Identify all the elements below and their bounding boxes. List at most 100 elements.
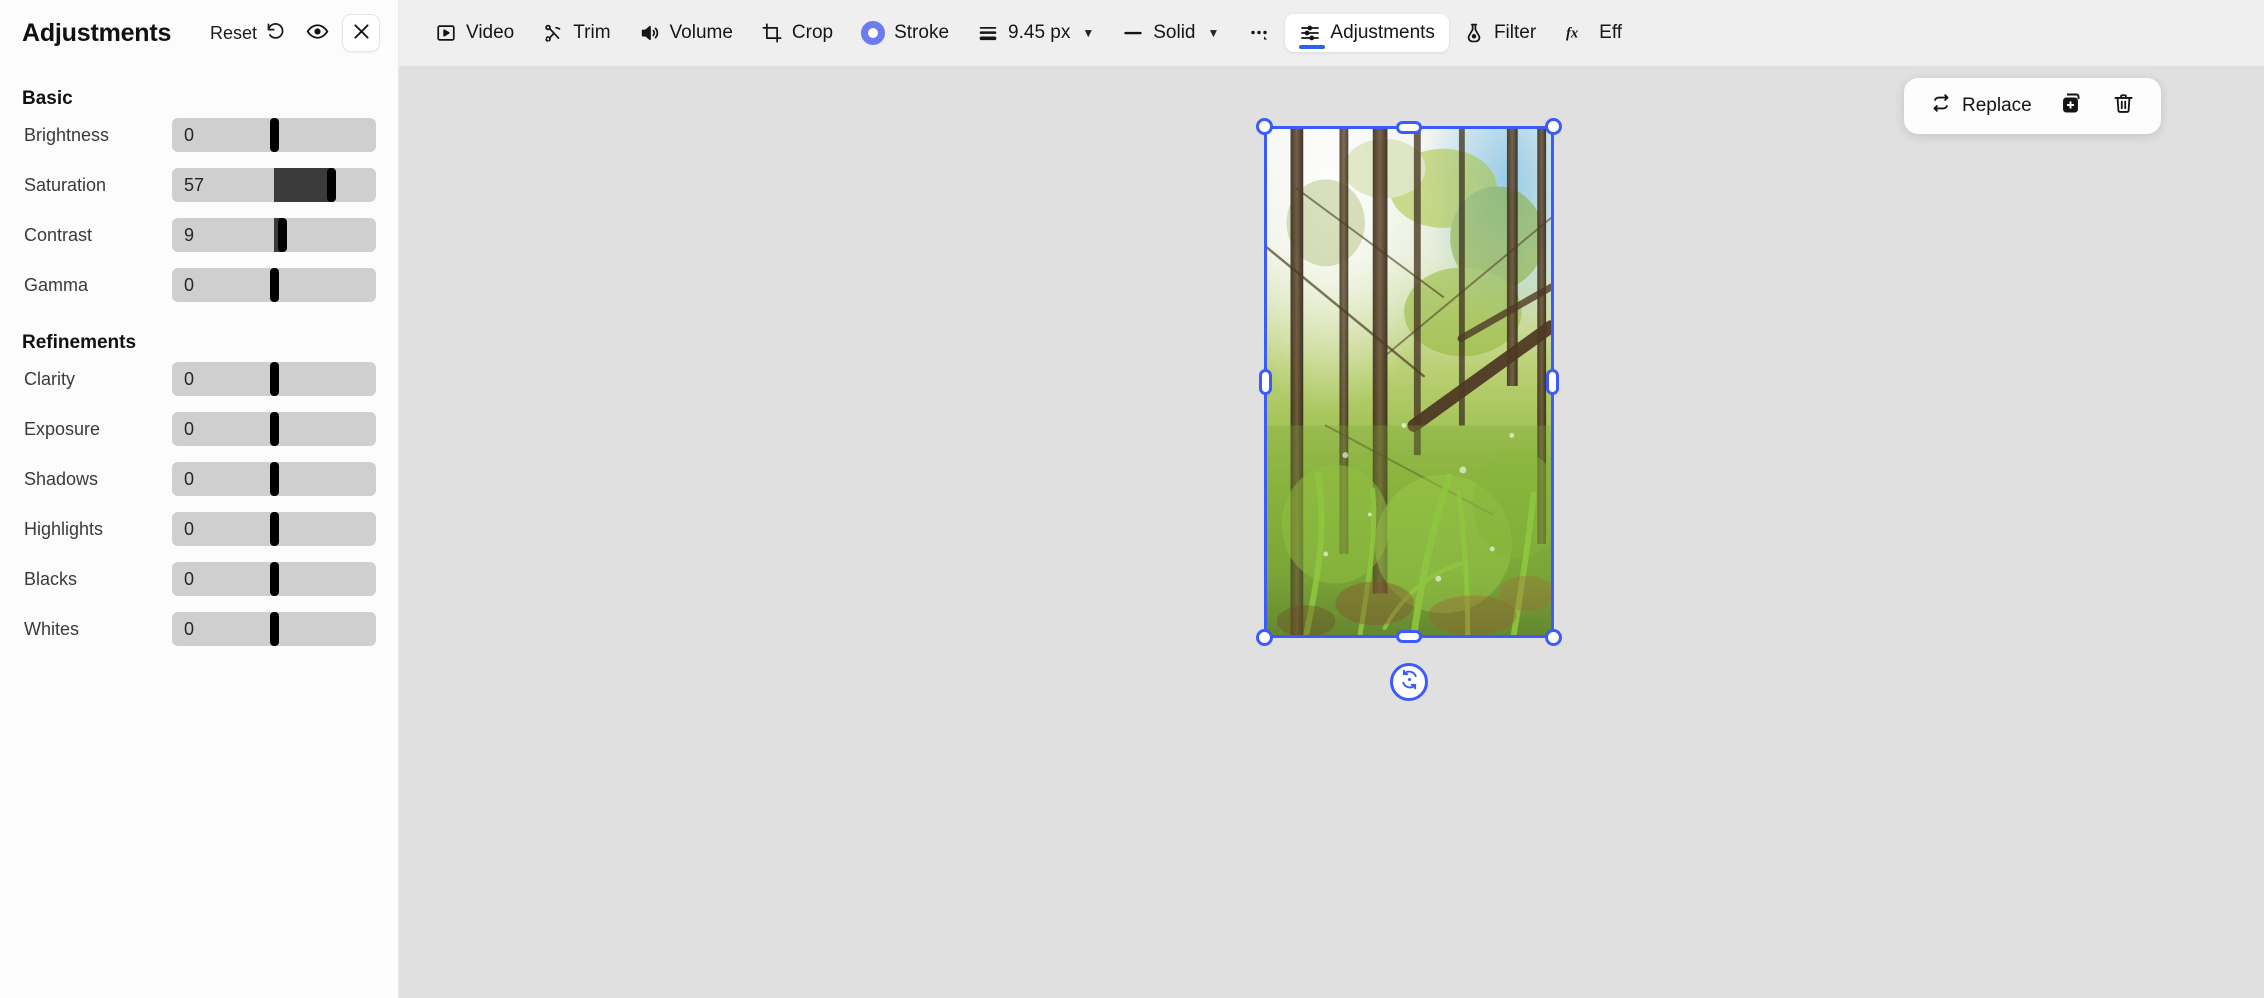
speaker-volume-icon xyxy=(639,22,661,44)
toolbar-item-stroke[interactable]: Stroke xyxy=(847,13,963,53)
adjustment-sections: Basic Brightness 0 Saturation 57 Contrast 9 Gam… xyxy=(0,66,398,654)
slider-control[interactable]: 0 xyxy=(172,562,376,596)
slider-control[interactable]: 0 xyxy=(172,462,376,496)
slider-value: 0 xyxy=(184,568,195,589)
reset-button[interactable]: Reset xyxy=(204,16,292,50)
chevron-down-icon: ▼ xyxy=(1082,26,1095,40)
slider-row: Highlights 0 xyxy=(22,504,376,554)
slider-control[interactable]: 0 xyxy=(172,362,376,396)
slider-thumb[interactable] xyxy=(269,612,279,646)
slider-control[interactable]: 0 xyxy=(172,268,376,302)
slider-row: Clarity 0 xyxy=(22,354,376,404)
top-toolbar: Video Trim Volume Crop Stroke 9.45 px ▼ Solid ▼ A… xyxy=(399,0,2264,66)
toolbar-item-filter[interactable]: Filter xyxy=(1449,14,1550,52)
slider-label: Blacks xyxy=(24,568,78,589)
toolbar-item-solid[interactable]: Solid ▼ xyxy=(1108,14,1233,52)
rotate-icon xyxy=(1398,668,1421,696)
resize-handle-right[interactable] xyxy=(1546,369,1559,395)
slider-control[interactable]: 57 xyxy=(172,168,376,202)
slider-control[interactable]: 0 xyxy=(172,118,376,152)
resize-handle-top-left[interactable] xyxy=(1256,118,1273,135)
slider-value: 9 xyxy=(184,224,195,245)
slider-value: 0 xyxy=(184,274,195,295)
slider-value: 0 xyxy=(184,124,195,145)
slider-thumb[interactable] xyxy=(269,118,279,152)
slider-thumb[interactable] xyxy=(269,268,279,302)
toolbar-item-crop[interactable]: Crop xyxy=(747,14,847,52)
toolbar-item-adjustments[interactable]: Adjustments xyxy=(1285,14,1449,52)
stroke-color-swatch xyxy=(861,21,886,45)
resize-handle-bottom-left[interactable] xyxy=(1256,629,1273,646)
toolbar-item-label: Crop xyxy=(791,22,834,43)
toolbar-item-label: Video xyxy=(466,22,515,43)
preview-visibility-button[interactable] xyxy=(298,14,336,52)
slider-thumb[interactable] xyxy=(269,412,279,446)
video-play-icon xyxy=(435,22,457,44)
slider-label: Gamma xyxy=(24,274,89,295)
workspace: Video Trim Volume Crop Stroke 9.45 px ▼ Solid ▼ A… xyxy=(399,0,2264,998)
slider-fill xyxy=(274,168,332,202)
forest-photo[interactable] xyxy=(1267,129,1551,635)
slider-row: Contrast 9 xyxy=(22,210,376,260)
slider-row: Whites 0 xyxy=(22,604,376,654)
section-heading: Basic xyxy=(22,88,73,109)
toolbar-item-label: Adjustments xyxy=(1330,22,1435,43)
close-panel-button[interactable] xyxy=(342,14,380,52)
media-action-bar: Replace xyxy=(1904,78,2161,134)
slider-thumb[interactable] xyxy=(269,562,279,596)
slider-value: 57 xyxy=(184,174,205,195)
toolbar-item-label: Solid xyxy=(1153,22,1196,43)
resize-handle-top[interactable] xyxy=(1396,121,1422,134)
canvas-area[interactable]: Replace xyxy=(399,66,2264,998)
toolbar-item-video[interactable]: Video xyxy=(421,14,528,52)
more-options-icon xyxy=(1247,21,1271,45)
delete-button[interactable] xyxy=(2100,85,2147,128)
toolbar-item-eff[interactable]: fx Eff xyxy=(1550,14,1636,52)
toolbar-item-label: Volume xyxy=(669,22,733,43)
slider-label: Shadows xyxy=(24,468,99,489)
slider-row: Exposure 0 xyxy=(22,404,376,454)
adjustments-panel: Adjustments Reset Basic Brightness 0 Sat… xyxy=(0,0,399,998)
toolbar-item-label: Stroke xyxy=(894,22,950,43)
slider-control[interactable]: 0 xyxy=(172,612,376,646)
rotate-handle[interactable] xyxy=(1390,663,1428,701)
slider-label: Highlights xyxy=(24,518,104,539)
slider-control[interactable]: 0 xyxy=(172,412,376,446)
slider-row: Brightness 0 xyxy=(22,110,376,160)
swap-arrows-icon xyxy=(1930,92,1952,120)
slider-label: Brightness xyxy=(24,124,110,145)
slider-label: Clarity xyxy=(24,368,76,389)
slider-row: Shadows 0 xyxy=(22,454,376,504)
crop-icon xyxy=(761,22,783,44)
slider-thumb[interactable] xyxy=(326,168,336,202)
resize-handle-top-right[interactable] xyxy=(1545,118,1562,135)
effects-fx-icon: fx xyxy=(1564,22,1590,44)
slider-thumb[interactable] xyxy=(269,362,279,396)
chevron-down-icon: ▼ xyxy=(1207,26,1220,40)
replace-button[interactable]: Replace xyxy=(1918,85,2044,127)
toolbar-item-trim[interactable]: Trim xyxy=(528,14,624,52)
slider-control[interactable]: 0 xyxy=(172,512,376,546)
slider-group: Clarity 0 Exposure 0 Shadows 0 Highlights 0 Blac… xyxy=(0,354,398,654)
toolbar-item-volume[interactable]: Volume xyxy=(625,14,747,52)
slider-thumb[interactable] xyxy=(277,218,287,252)
media-selection-frame[interactable] xyxy=(1256,118,1562,701)
forest-photo-svg xyxy=(1267,129,1551,635)
toolbar-item-9-45-px[interactable]: 9.45 px ▼ xyxy=(963,14,1108,52)
slider-value: 0 xyxy=(184,518,195,539)
slider-thumb[interactable] xyxy=(269,462,279,496)
resize-handle-bottom-right[interactable] xyxy=(1545,629,1562,646)
slider-label: Exposure xyxy=(24,418,101,439)
slider-thumb[interactable] xyxy=(269,512,279,546)
slider-label: Saturation xyxy=(24,174,107,195)
slider-row: Saturation 57 xyxy=(22,160,376,210)
resize-handle-left[interactable] xyxy=(1259,369,1272,395)
slider-row: Blacks 0 xyxy=(22,554,376,604)
resize-handle-bottom[interactable] xyxy=(1396,630,1422,643)
reset-label: Reset xyxy=(209,22,257,43)
slider-control[interactable]: 9 xyxy=(172,218,376,252)
duplicate-button[interactable] xyxy=(2048,84,2096,128)
toolbar-item-more-options-icon[interactable] xyxy=(1233,13,1285,53)
trash-icon xyxy=(2112,92,2135,121)
slider-value: 0 xyxy=(184,418,195,439)
